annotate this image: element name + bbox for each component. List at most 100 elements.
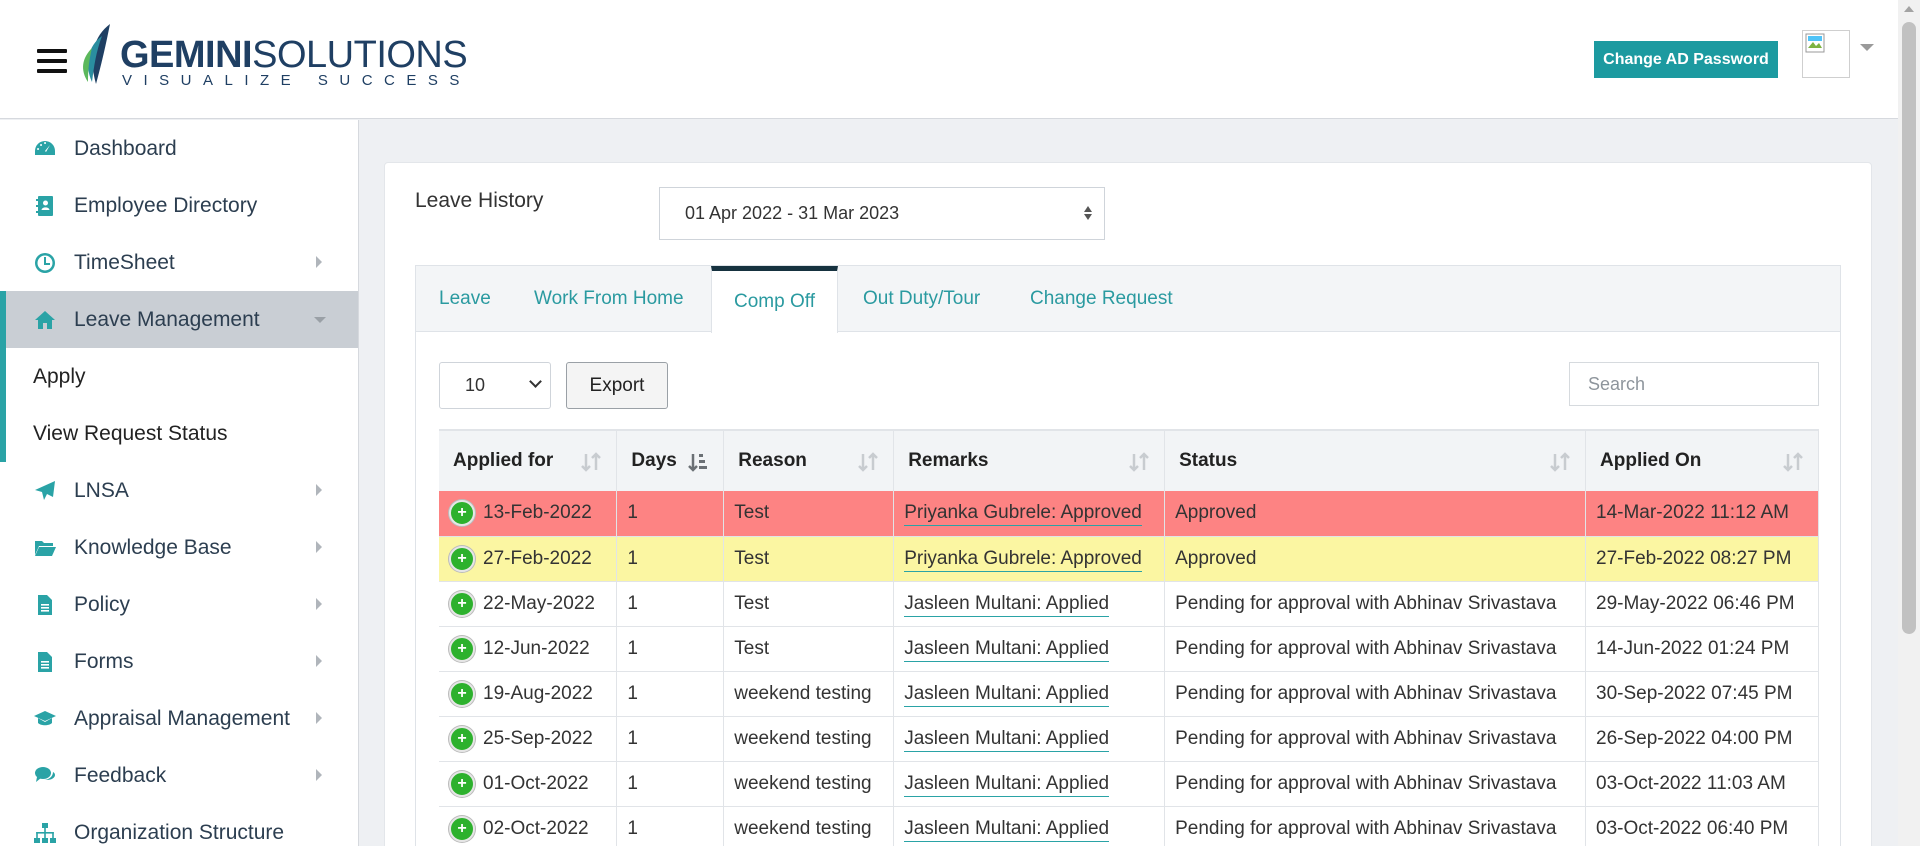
top-header: GEMINISOLUTIONS VISUALIZE SUCCESS Change… — [0, 0, 1898, 119]
tab-comp-off[interactable]: Comp Off — [711, 266, 838, 333]
tab-change-request[interactable]: Change Request — [1030, 266, 1173, 332]
sort-icon[interactable] — [857, 451, 879, 473]
column-header-status[interactable]: Status — [1164, 429, 1587, 491]
sidebar-item-timesheet[interactable]: TimeSheet — [0, 234, 358, 291]
column-label: Applied for — [453, 450, 554, 471]
table-row[interactable]: +27-Feb-2022 1 Test Priyanka Gubrele: Appro… — [439, 536, 1819, 582]
graduation-cap-icon — [32, 706, 58, 732]
scrollbar-thumb[interactable] — [1902, 22, 1916, 634]
cell-remarks: Jasleen Multani: Applied — [893, 626, 1166, 672]
cell-reason: weekend testing — [723, 716, 895, 762]
select-arrows-icon — [1084, 206, 1092, 220]
search-input[interactable] — [1569, 362, 1819, 406]
column-header-days[interactable]: Days — [616, 429, 725, 491]
sidebar-item-label: Policy — [74, 592, 131, 616]
date-range-select[interactable]: 01 Apr 2022 - 31 Mar 2023 — [659, 187, 1105, 240]
sidebar-item-organization-structure[interactable]: Organization Structure — [0, 804, 358, 846]
comp-off-table: Applied for Days Reason Remarks Status A… — [439, 429, 1819, 846]
expand-row-plus-icon[interactable]: + — [449, 815, 475, 842]
column-header-applied-on[interactable]: Applied On — [1585, 429, 1819, 491]
remarks-link[interactable]: Jasleen Multani: Applied — [904, 592, 1110, 617]
page-length-select[interactable]: 10 — [439, 362, 551, 409]
sidebar-item-leave-management[interactable]: Leave Management — [0, 291, 358, 348]
tab-leave[interactable]: Leave — [439, 266, 491, 332]
cell-days: 1 — [616, 671, 725, 717]
cell-remarks: Priyanka Gubrele: Approved — [893, 536, 1166, 582]
expand-row-plus-icon[interactable]: + — [449, 545, 475, 572]
sort-icon[interactable] — [580, 451, 602, 473]
remarks-link[interactable]: Priyanka Gubrele: Approved — [904, 547, 1142, 572]
cell-days: 1 — [616, 491, 725, 537]
column-label: Applied On — [1600, 450, 1702, 471]
tab-work-from-home[interactable]: Work From Home — [534, 266, 684, 332]
expand-row-plus-icon[interactable]: + — [449, 500, 475, 527]
sort-ascending-icon[interactable] — [687, 451, 709, 473]
remarks-link[interactable]: Jasleen Multani: Applied — [904, 682, 1110, 707]
tab-bar: Leave Work From Home Comp Off Out Duty/T… — [416, 266, 1840, 333]
form-document-icon — [32, 649, 58, 675]
table-row[interactable]: +25-Sep-2022 1 weekend testing Jasleen Mult… — [439, 716, 1819, 762]
sidebar-subitem-view-request-status[interactable]: View Request Status — [0, 405, 358, 462]
logo-word-light: SOLUTIONS — [252, 34, 468, 76]
sidebar-item-knowledge-base[interactable]: Knowledge Base — [0, 519, 358, 576]
sidebar-item-policy[interactable]: Policy — [0, 576, 358, 633]
table-row[interactable]: +22-May-2022 1 Test Jasleen Multani: Applie… — [439, 581, 1819, 627]
table-header-row: Applied for Days Reason Remarks Status A… — [439, 429, 1819, 491]
cell-reason: Test — [723, 536, 895, 582]
cell-remarks: Jasleen Multani: Applied — [893, 806, 1166, 846]
sidebar-item-appraisal-management[interactable]: Appraisal Management — [0, 690, 358, 747]
cell-applied-for: +25-Sep-2022 — [439, 716, 618, 762]
table-row[interactable]: +12-Jun-2022 1 Test Jasleen Multani: Applie… — [439, 626, 1819, 672]
cell-applied-on: 29-May-2022 06:46 PM — [1585, 581, 1819, 627]
sidebar-item-label: Feedback — [74, 763, 167, 787]
tab-out-duty-tour[interactable]: Out Duty/Tour — [863, 266, 980, 332]
cell-days: 1 — [616, 716, 725, 762]
cell-days: 1 — [616, 581, 725, 627]
sort-icon[interactable] — [1549, 451, 1571, 473]
cell-applied-on: 26-Sep-2022 04:00 PM — [1585, 716, 1819, 762]
remarks-link[interactable]: Jasleen Multani: Applied — [904, 817, 1110, 842]
column-header-remarks[interactable]: Remarks — [893, 429, 1166, 491]
hamburger-menu-icon[interactable] — [37, 49, 67, 75]
table-row[interactable]: +13-Feb-2022 1 Test Priyanka Gubrele: Appro… — [439, 491, 1819, 537]
remarks-link[interactable]: Jasleen Multani: Applied — [904, 727, 1110, 752]
cell-applied-for: +13-Feb-2022 — [439, 491, 618, 537]
table-row[interactable]: +01-Oct-2022 1 weekend testing Jasleen Mult… — [439, 761, 1819, 807]
remarks-link[interactable]: Jasleen Multani: Applied — [904, 637, 1110, 662]
sidebar-item-feedback[interactable]: Feedback — [0, 747, 358, 804]
sort-icon[interactable] — [1782, 451, 1804, 473]
scroll-up-arrow-icon[interactable] — [1904, 6, 1914, 12]
table-row[interactable]: +19-Aug-2022 1 weekend testing Jasleen Mult… — [439, 671, 1819, 717]
cell-reason: weekend testing — [723, 671, 895, 717]
cell-reason: Test — [723, 581, 895, 627]
cell-applied-on: 30-Sep-2022 07:45 PM — [1585, 671, 1819, 717]
sidebar-item-label: Appraisal Management — [74, 706, 290, 730]
sidebar-item-lnsa[interactable]: LNSA — [0, 462, 358, 519]
change-ad-password-button[interactable]: Change AD Password — [1594, 41, 1778, 78]
expand-row-plus-icon[interactable]: + — [449, 680, 475, 707]
column-header-reason[interactable]: Reason — [723, 429, 895, 491]
cell-days: 1 — [616, 806, 725, 846]
expand-row-plus-icon[interactable]: + — [449, 590, 475, 617]
user-menu-caret-icon[interactable] — [1860, 44, 1874, 51]
remarks-link[interactable]: Priyanka Gubrele: Approved — [904, 502, 1142, 527]
folder-open-icon — [32, 535, 58, 561]
user-avatar[interactable] — [1802, 30, 1850, 78]
sidebar-item-label: Forms — [74, 649, 134, 673]
chevron-right-icon — [316, 541, 322, 553]
sidebar-item-dashboard[interactable]: Dashboard — [0, 120, 358, 177]
sidebar-item-employee-directory[interactable]: Employee Directory — [0, 177, 358, 234]
page-scrollbar[interactable] — [1898, 0, 1920, 846]
applied-for-date: 13-Feb-2022 — [483, 502, 592, 524]
expand-row-plus-icon[interactable]: + — [449, 635, 475, 662]
company-logo[interactable]: GEMINISOLUTIONS VISUALIZE SUCCESS — [80, 22, 468, 92]
table-row[interactable]: +02-Oct-2022 1 weekend testing Jasleen Mult… — [439, 806, 1819, 846]
column-header-applied-for[interactable]: Applied for — [439, 429, 618, 491]
expand-row-plus-icon[interactable]: + — [449, 770, 475, 797]
sidebar-item-forms[interactable]: Forms — [0, 633, 358, 690]
sort-icon[interactable] — [1128, 451, 1150, 473]
expand-row-plus-icon[interactable]: + — [449, 725, 475, 752]
remarks-link[interactable]: Jasleen Multani: Applied — [904, 772, 1110, 797]
export-button[interactable]: Export — [566, 362, 668, 409]
sidebar-subitem-apply[interactable]: Apply — [0, 348, 358, 405]
